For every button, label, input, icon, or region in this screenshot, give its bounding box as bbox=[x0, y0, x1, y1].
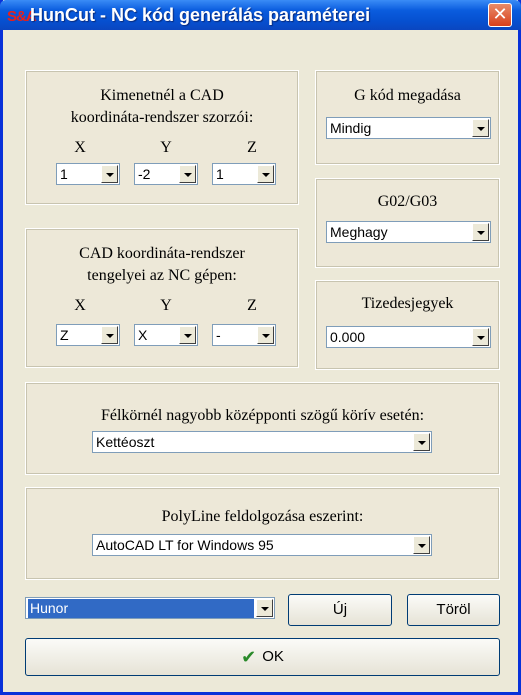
close-icon: ✕ bbox=[492, 4, 508, 25]
chevron-down-icon[interactable] bbox=[413, 536, 430, 554]
axes-map-axis-z: Z bbox=[247, 297, 257, 314]
multiplier-y-select[interactable]: -2 bbox=[134, 163, 198, 185]
dialog-window: S&A HunCut - NC kód generálás paramétere… bbox=[0, 0, 521, 695]
axes-map-z-value: - bbox=[216, 327, 221, 343]
chevron-down-icon[interactable] bbox=[101, 165, 118, 183]
axes-map-y-value: X bbox=[138, 327, 148, 343]
chevron-down-icon[interactable] bbox=[179, 165, 196, 183]
chevron-down-icon[interactable] bbox=[472, 328, 489, 346]
multipliers-label-2: koordináta-rendszer szorzói: bbox=[70, 109, 254, 126]
chevron-down-icon[interactable] bbox=[413, 433, 430, 451]
gcode-value: Mindig bbox=[330, 120, 372, 136]
multiplier-axis-x: X bbox=[74, 139, 86, 156]
gcode-select[interactable]: Mindig bbox=[326, 117, 491, 139]
multiplier-y-value: -2 bbox=[138, 166, 151, 182]
chevron-down-icon[interactable] bbox=[256, 599, 273, 617]
polyline-select[interactable]: AutoCAD LT for Windows 95 bbox=[92, 534, 432, 556]
axes-map-label-2: tengelyei az NC gépen: bbox=[87, 267, 237, 284]
polyline-value: AutoCAD LT for Windows 95 bbox=[96, 537, 274, 553]
title-bar[interactable]: S&A HunCut - NC kód generálás paramétere… bbox=[0, 0, 521, 30]
decimals-group: Tizedesjegyek 0.000 bbox=[315, 280, 500, 370]
g02g03-select[interactable]: Meghagy bbox=[326, 221, 491, 243]
axes-map-y-select[interactable]: X bbox=[134, 324, 198, 346]
gcode-group: G kód megadása Mindig bbox=[315, 70, 500, 165]
polyline-group: PolyLine feldolgozása eszerint: AutoCAD … bbox=[25, 487, 500, 580]
axes-map-axis-x: X bbox=[74, 297, 86, 314]
g02g03-value: Meghagy bbox=[330, 224, 388, 240]
window-title: HunCut - NC kód generálás paraméterei bbox=[30, 5, 371, 25]
delete-button[interactable]: Töröl bbox=[407, 594, 500, 626]
chevron-down-icon[interactable] bbox=[257, 326, 274, 344]
axes-map-x-value: Z bbox=[60, 327, 69, 343]
ok-button-label: OK bbox=[262, 648, 284, 665]
multiplier-x-select[interactable]: 1 bbox=[56, 163, 120, 185]
multiplier-z-value: 1 bbox=[216, 166, 224, 182]
axes-map-x-select[interactable]: Z bbox=[56, 324, 120, 346]
multiplier-z-select[interactable]: 1 bbox=[212, 163, 276, 185]
delete-button-label: Töröl bbox=[436, 601, 471, 618]
multipliers-group: Kimenetnél a CAD koordináta-rendszer szo… bbox=[25, 70, 299, 205]
chevron-down-icon[interactable] bbox=[472, 223, 489, 241]
arc-group: Félkörnél nagyobb középponti szögű körív… bbox=[25, 382, 500, 475]
new-button-label: Új bbox=[332, 601, 348, 618]
multipliers-label-1: Kimenetnél a CAD bbox=[100, 87, 224, 104]
arc-label: Félkörnél nagyobb középponti szögű körív… bbox=[100, 407, 425, 424]
ok-button[interactable]: ✔ OK bbox=[25, 638, 500, 676]
arc-value: Kettéoszt bbox=[96, 434, 155, 450]
axes-map-label-1: CAD koordináta-rendszer bbox=[79, 245, 245, 262]
axes-map-group: CAD koordináta-rendszer tengelyei az NC … bbox=[25, 228, 299, 368]
decimals-label: Tizedesjegyek bbox=[361, 295, 454, 312]
g02g03-label: G02/G03 bbox=[377, 193, 438, 210]
chevron-down-icon[interactable] bbox=[472, 119, 489, 137]
multiplier-axis-z: Z bbox=[247, 139, 257, 156]
gcode-label: G kód megadása bbox=[354, 87, 461, 104]
chevron-down-icon[interactable] bbox=[101, 326, 118, 344]
chevron-down-icon[interactable] bbox=[257, 165, 274, 183]
arc-select[interactable]: Kettéoszt bbox=[92, 431, 432, 453]
g02g03-group: G02/G03 Meghagy bbox=[315, 178, 500, 268]
profile-value: Hunor bbox=[28, 599, 254, 618]
multiplier-x-value: 1 bbox=[60, 166, 68, 182]
axes-map-axis-y: Y bbox=[160, 297, 172, 314]
checkmark-icon: ✔ bbox=[241, 646, 257, 668]
profile-select[interactable]: Hunor bbox=[25, 597, 275, 619]
new-button[interactable]: Új bbox=[288, 594, 392, 626]
polyline-label: PolyLine feldolgozása eszerint: bbox=[161, 508, 364, 525]
multiplier-axis-y: Y bbox=[160, 139, 172, 156]
close-button[interactable]: ✕ bbox=[488, 3, 512, 27]
decimals-value: 0.000 bbox=[330, 329, 366, 345]
axes-map-z-select[interactable]: - bbox=[212, 324, 276, 346]
chevron-down-icon[interactable] bbox=[179, 326, 196, 344]
decimals-select[interactable]: 0.000 bbox=[326, 326, 491, 348]
